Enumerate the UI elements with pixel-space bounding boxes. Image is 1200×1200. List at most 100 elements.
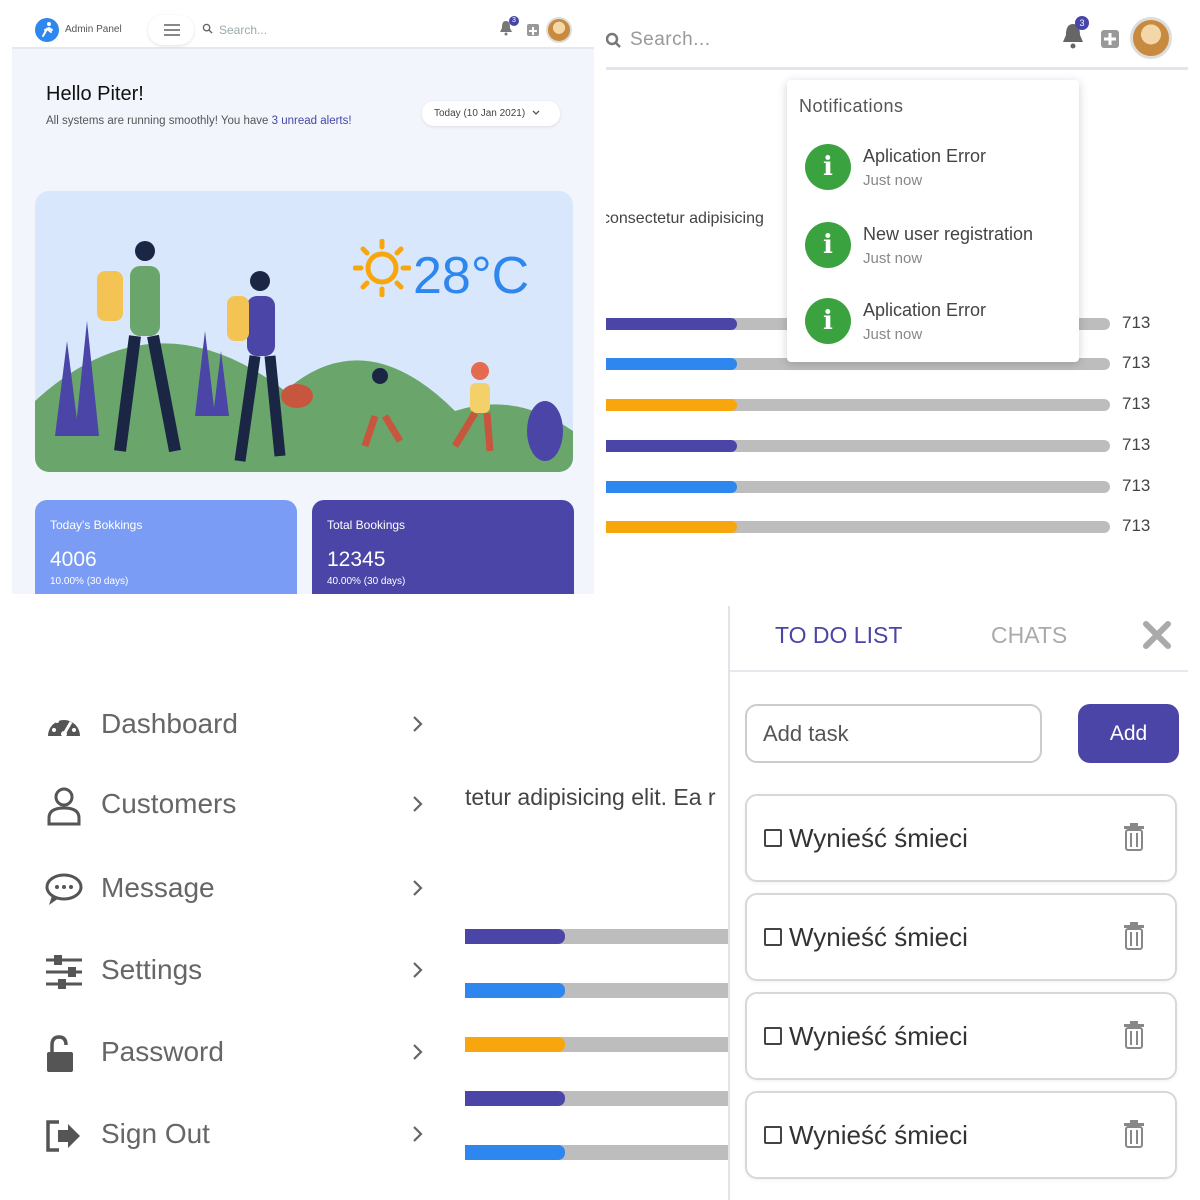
chevron-right-icon — [413, 1126, 423, 1142]
trash-icon[interactable] — [1122, 1119, 1146, 1149]
avatar[interactable] — [546, 17, 572, 43]
search-icon — [202, 23, 213, 34]
body-text-snippet: consectetur adipisicing — [606, 210, 764, 227]
add-icon[interactable] — [1101, 30, 1119, 48]
search-icon — [606, 32, 621, 48]
sidebar-item-label: Sign Out — [101, 1118, 210, 1149]
progress-fill — [465, 1091, 565, 1106]
logo-icon — [35, 18, 59, 42]
notification-item[interactable]: i New user registration Just now — [805, 220, 1065, 270]
notification-title: Aplication Error — [863, 146, 987, 166]
sidebar-item-label: Dashboard — [101, 708, 238, 739]
card-value: 12345 — [327, 548, 386, 571]
progress-track — [606, 481, 1110, 493]
chat-bubble-icon — [45, 873, 83, 905]
card-subtext: 10.00% (30 days) — [50, 576, 129, 587]
progress-track — [465, 1037, 728, 1052]
tab-todo-list[interactable]: TO DO LIST — [775, 622, 902, 649]
sidebar-item-customers[interactable]: Customers — [44, 786, 444, 836]
progress-track — [465, 929, 728, 944]
trash-icon[interactable] — [1122, 1020, 1146, 1050]
avatar[interactable] — [1130, 17, 1172, 59]
sidebar-item-password[interactable]: Password — [44, 1034, 444, 1084]
search-input[interactable]: Search... — [630, 29, 711, 51]
chevron-right-icon — [413, 1044, 423, 1060]
progress-row — [465, 1145, 728, 1160]
date-selector-button[interactable]: Today (10 Jan 2021) — [422, 101, 560, 126]
sidebar-item-sign-out[interactable]: Sign Out — [44, 1116, 444, 1166]
progress-row — [465, 929, 728, 944]
sidebar-item-label: Message — [101, 872, 215, 903]
notifications-panel-view: Search... 3 consectetur adipisicing 713 7… — [606, 0, 1188, 594]
notification-time: Just now — [863, 250, 923, 267]
sign-out-icon — [46, 1120, 80, 1152]
chevron-right-icon — [413, 880, 423, 896]
chevron-right-icon — [413, 716, 423, 732]
progress-track — [465, 983, 728, 998]
tab-chats[interactable]: CHATS — [991, 622, 1067, 649]
task-text: Wynieść śmieci — [789, 1120, 968, 1150]
tab-bar: TO DO LIST CHATS — [730, 606, 1188, 672]
notification-item[interactable]: i Aplication Error Just now — [805, 142, 1065, 192]
greeting-title: Hello Piter! — [46, 83, 144, 105]
hikers-illustration — [35, 241, 573, 472]
sidebar-item-dashboard[interactable]: Dashboard — [44, 706, 444, 756]
progress-row: 713 — [606, 516, 1188, 535]
progress-row: 713 — [606, 394, 1188, 413]
notification-badge: 3 — [1075, 16, 1089, 30]
top-bar: Search... 3 — [606, 0, 1188, 70]
progress-track — [465, 1145, 728, 1160]
progress-fill — [606, 399, 738, 411]
notifications-title: Notifications — [799, 96, 904, 116]
progress-value: 713 — [1122, 476, 1151, 495]
card-subtext: 40.00% (30 days) — [327, 576, 406, 587]
progress-fill — [606, 318, 738, 330]
add-task-button[interactable]: Add — [1078, 704, 1179, 763]
card-label: Today's Bokkings — [50, 518, 143, 532]
trash-icon[interactable] — [1122, 921, 1146, 951]
add-icon[interactable] — [527, 24, 539, 36]
todo-panel: TO DO LIST CHATS Add Wynieść śmieci Wyni… — [728, 606, 1188, 1200]
brand-name: Admin Panel — [65, 24, 122, 35]
sliders-icon — [46, 955, 82, 989]
dashboard-panel: Admin Panel Search... 3 Hello Piter! All… — [12, 12, 594, 594]
sidebar-item-label: Customers — [101, 788, 237, 819]
progress-fill — [606, 481, 738, 493]
task-checkbox[interactable] — [764, 1126, 782, 1144]
progress-row: 713 — [606, 476, 1188, 495]
trash-icon[interactable] — [1122, 822, 1146, 852]
sun-icon — [353, 239, 411, 297]
task-checkbox[interactable] — [764, 829, 782, 847]
progress-value: 713 — [1122, 313, 1151, 332]
task-text: Wynieść śmieci — [789, 922, 968, 952]
chevron-down-icon — [532, 110, 540, 115]
notifications-dropdown: Notifications i Aplication Error Just no… — [787, 80, 1079, 362]
date-label: Today (10 Jan 2021) — [434, 108, 526, 119]
notification-item[interactable]: i Aplication Error Just now — [805, 296, 1065, 346]
task-text: Wynieść śmieci — [789, 823, 968, 853]
sidebar-item-settings[interactable]: Settings — [44, 952, 444, 1002]
add-task-input[interactable] — [745, 704, 1042, 763]
status-message: All systems are running smoothly! You ha… — [46, 115, 352, 127]
unlock-icon — [47, 1035, 73, 1072]
progress-fill — [465, 1145, 565, 1160]
menu-toggle-button[interactable] — [148, 15, 194, 45]
todays-bookings-card[interactable]: Today's Bokkings 4006 10.00% (30 days) — [35, 500, 297, 594]
close-icon[interactable] — [1142, 620, 1172, 650]
task-checkbox[interactable] — [764, 928, 782, 946]
progress-fill — [606, 440, 738, 452]
progress-fill — [465, 929, 565, 944]
task-checkbox[interactable] — [764, 1027, 782, 1045]
temperature-readout: 28°C — [413, 247, 530, 305]
search-input[interactable]: Search... — [219, 23, 267, 37]
notification-title: Aplication Error — [863, 300, 987, 320]
total-bookings-card[interactable]: Total Bookings 12345 40.00% (30 days) — [312, 500, 574, 594]
task-item: Wynieść śmieci — [745, 893, 1177, 981]
progress-track — [606, 399, 1110, 411]
unread-alerts-link[interactable]: 3 unread alerts! — [272, 115, 352, 127]
card-value: 4006 — [50, 548, 97, 571]
status-text: All systems are running smoothly! You ha… — [46, 115, 272, 127]
notification-title: New user registration — [863, 224, 1034, 244]
task-item: Wynieść śmieci — [745, 992, 1177, 1080]
sidebar-item-message[interactable]: Message — [44, 870, 444, 920]
